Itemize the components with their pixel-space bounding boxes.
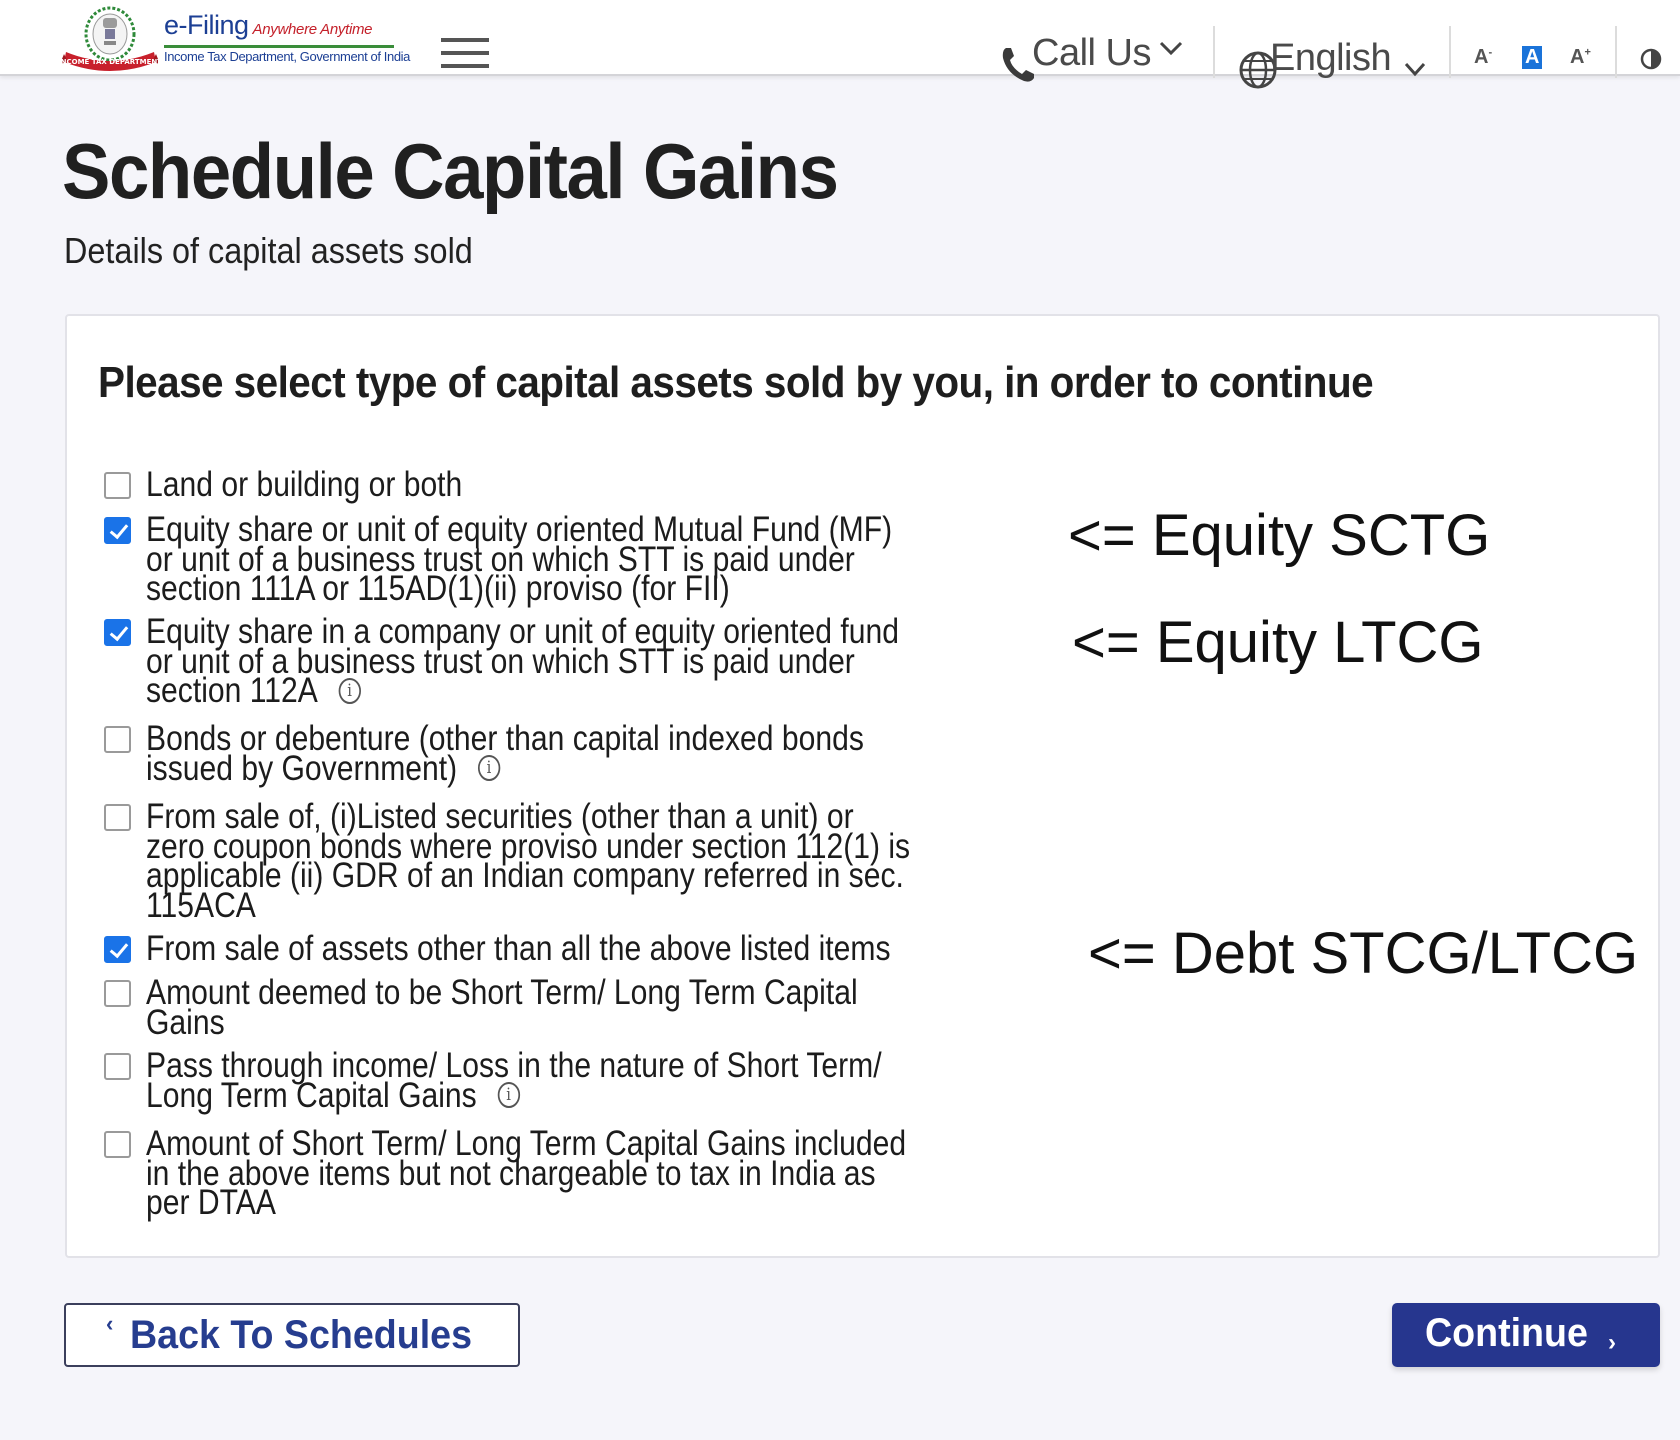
annotation-equity-ltcg: <= Equity LTCG — [1072, 610, 1484, 675]
font-decrease-label: A — [1474, 46, 1489, 68]
option-label-line: Amount deemed to be Short Term/ Long Ter… — [146, 973, 858, 1012]
font-increase-sup: + — [1584, 46, 1591, 59]
call-us-dropdown[interactable]: Call Us — [1032, 32, 1151, 75]
option-label-line: per DTAA — [146, 1183, 276, 1223]
income-tax-emblem-logo[interactable]: INCOME TAX DEPARTMENT — [62, 4, 158, 72]
chevron-right-icon: › — [1608, 1329, 1616, 1356]
option-label-line: applicable (ii) GDR of an Indian company… — [146, 856, 904, 896]
chevron-down-icon[interactable] — [1403, 60, 1427, 78]
option-label: Equity share in a company or unit of equ… — [146, 614, 899, 708]
back-button-label: Back To Schedules — [130, 1313, 472, 1357]
option-label: Bonds or debenture (other than capital i… — [146, 721, 864, 786]
page-title: Schedule Capital Gains — [62, 127, 839, 215]
option-label: Amount deemed to be Short Term/ Long Ter… — [146, 973, 858, 1042]
option-label: Land or building or both — [146, 465, 463, 504]
annotation-equity-stcg: <= Equity SCTG — [1068, 503, 1491, 568]
checkbox[interactable] — [104, 472, 131, 499]
font-increase-label: A — [1570, 46, 1585, 68]
font-size-increase-button[interactable]: A+ — [1570, 46, 1591, 69]
option-label-line: section 112A i — [146, 673, 899, 708]
checkbox[interactable] — [104, 726, 131, 753]
option-label-text: section 112A — [146, 671, 318, 711]
checkbox[interactable] — [104, 1131, 131, 1158]
hamburger-menu-icon[interactable] — [441, 38, 489, 70]
brand-underline — [164, 45, 394, 48]
option-label-line: issued by Government) i — [146, 751, 864, 786]
back-to-schedules-button[interactable]: ‹ Back To Schedules — [64, 1303, 520, 1367]
font-size-default-button[interactable]: A — [1522, 46, 1543, 69]
info-icon[interactable]: i — [338, 677, 361, 704]
option-label-line: section 111A or 115AD(1)(ii) proviso (fo… — [146, 569, 730, 609]
header-divider — [1213, 26, 1215, 78]
card-heading: Please select type of capital assets sol… — [98, 358, 1374, 407]
chevron-left-icon: ‹ — [106, 1311, 114, 1336]
option-label-line: Gains — [146, 1002, 225, 1042]
option-label: From sale of, (i)Listed securities (othe… — [146, 799, 910, 925]
checkbox[interactable] — [104, 1053, 131, 1080]
brand-name: e-Filing — [164, 10, 249, 40]
option-label: Pass through income/ Loss in the nature … — [146, 1048, 882, 1113]
annotation-debt: <= Debt STCG/LTCG — [1088, 921, 1639, 986]
info-icon[interactable]: i — [477, 755, 501, 782]
option-label: Amount of Short Term/ Long Term Capital … — [146, 1126, 906, 1223]
contrast-icon[interactable] — [1640, 48, 1662, 70]
option-label-text: Long Term Capital Gains — [146, 1075, 477, 1115]
checkbox[interactable] — [104, 980, 131, 1007]
language-dropdown[interactable]: English — [1270, 37, 1392, 80]
option-label-line: Long Term Capital Gains i — [146, 1078, 882, 1113]
font-size-decrease-button[interactable]: A- — [1474, 46, 1492, 69]
continue-button[interactable]: Continue › — [1392, 1303, 1660, 1367]
menu-bar — [441, 38, 489, 42]
checkbox-checked[interactable] — [104, 517, 131, 544]
option-label: From sale of assets other than all the a… — [146, 929, 891, 968]
top-header: INCOME TAX DEPARTMENT e-Filing Anywhere A… — [0, 0, 1680, 89]
brand-tagline: Anywhere Anytime — [252, 21, 373, 38]
menu-bar — [441, 51, 489, 55]
option-label: Equity share or unit of equity oriented … — [146, 512, 892, 609]
font-decrease-sup: - — [1488, 46, 1493, 59]
checkbox-checked[interactable] — [104, 936, 131, 963]
header-divider — [1449, 26, 1451, 78]
checkbox[interactable] — [104, 804, 131, 831]
continue-button-label: Continue — [1425, 1311, 1588, 1355]
page-subtitle: Details of capital assets sold — [64, 230, 473, 271]
menu-bar — [441, 64, 489, 68]
svg-text:INCOME TAX DEPARTMENT: INCOME TAX DEPARTMENT — [62, 58, 158, 66]
option-label-line: 115ACA — [146, 885, 256, 925]
option-label-line: Land or building or both — [146, 465, 463, 504]
header-divider — [1615, 26, 1617, 78]
option-label-text: issued by Government) — [146, 748, 458, 788]
brand-subtitle: Income Tax Department, Government of Ind… — [164, 49, 410, 64]
option-label-line: From sale of assets other than all the a… — [146, 929, 891, 968]
chevron-down-icon[interactable] — [1158, 38, 1184, 58]
checkbox-checked[interactable] — [104, 619, 131, 646]
info-icon[interactable]: i — [497, 1082, 520, 1109]
brand-title: e-Filing Anywhere Anytime — [164, 10, 373, 41]
